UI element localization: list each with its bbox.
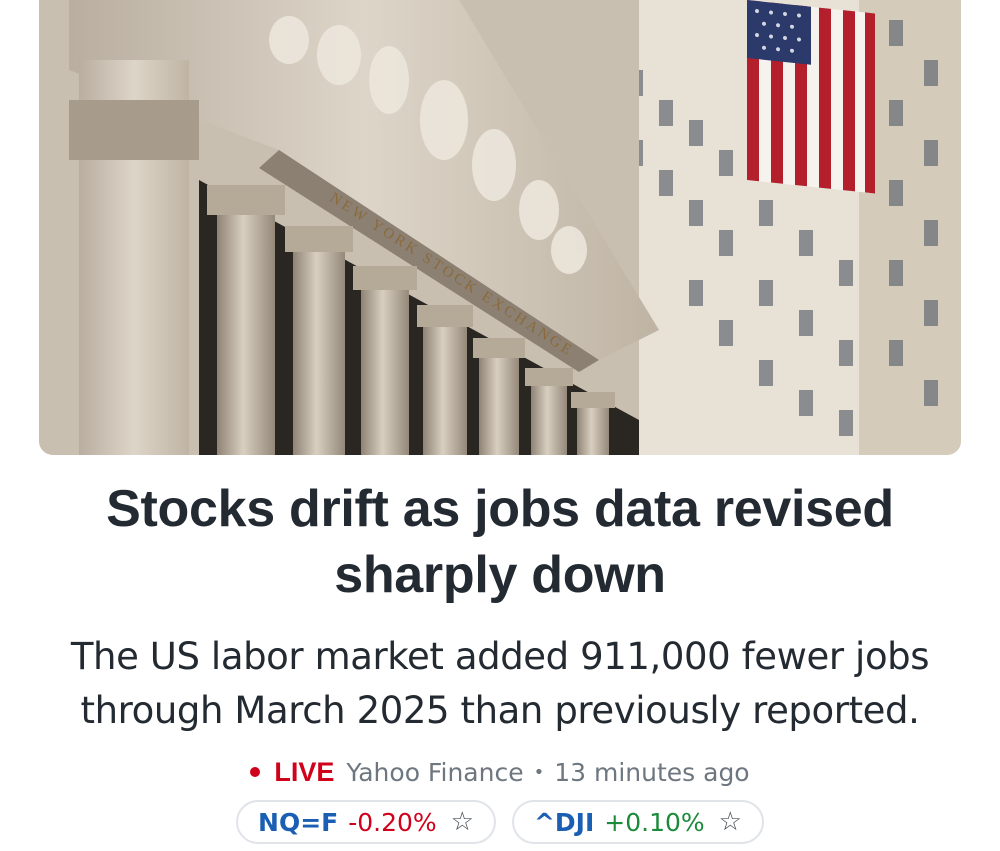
ticker-change: -0.20% <box>348 807 437 837</box>
source-label[interactable]: Yahoo Finance <box>346 758 523 787</box>
article-meta: LIVE Yahoo Finance • 13 minutes ago <box>0 754 1000 790</box>
ticker-change: +0.10% <box>604 807 705 837</box>
published-time: 13 minutes ago <box>554 757 750 787</box>
ticker-pill-dji[interactable]: ^DJI +0.10% ☆ <box>511 800 764 844</box>
article-headline[interactable]: Stocks drift as jobs data revised sharpl… <box>30 476 970 608</box>
star-outline-icon[interactable]: ☆ <box>719 807 742 837</box>
ticker-symbol: NQ=F <box>258 807 339 837</box>
american-flag <box>747 0 875 194</box>
ticker-symbol: ^DJI <box>533 807 595 837</box>
star-outline-icon[interactable]: ☆ <box>451 807 474 837</box>
live-dot-icon <box>250 767 261 777</box>
nyse-building-photo: NEW YORK STOCK EXCHANGE <box>39 0 961 455</box>
article-summary: The US labor market added 911,000 fewer … <box>70 635 930 732</box>
ticker-list: NQ=F -0.20% ☆ ^DJI +0.10% ☆ <box>0 799 1000 845</box>
hero-image[interactable]: NEW YORK STOCK EXCHANGE <box>39 0 961 455</box>
meta-separator: • <box>533 761 545 783</box>
live-badge: LIVE <box>274 756 335 787</box>
ticker-pill-nq[interactable]: NQ=F -0.20% ☆ <box>236 800 496 844</box>
